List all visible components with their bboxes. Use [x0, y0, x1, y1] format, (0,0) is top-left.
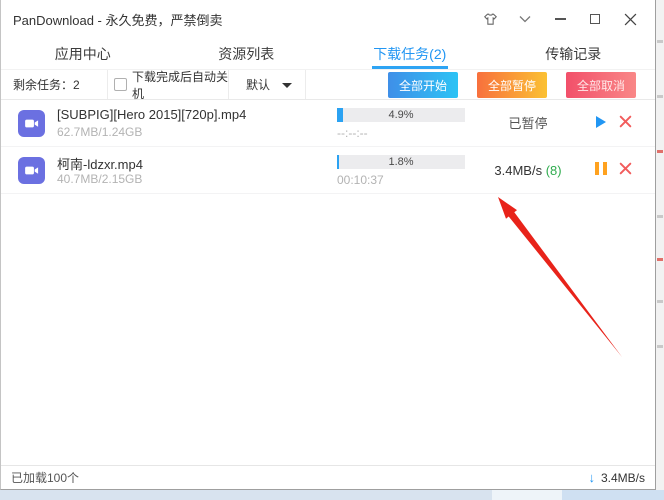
- progress-bar: 4.9%: [337, 108, 465, 122]
- global-speed-value: 3.4MB/s: [600, 470, 645, 485]
- window-controls: [479, 8, 641, 30]
- task-speed: 3.4MB/s (8): [469, 147, 587, 194]
- progress-percent: 1.8%: [388, 156, 414, 168]
- title-bar: PanDownload - 永久免费，严禁倒卖: [1, 0, 655, 38]
- background-speck: [657, 345, 663, 348]
- background-speck: [657, 150, 663, 153]
- desktop-background-bottom: [0, 490, 664, 500]
- background-speck: [657, 215, 663, 218]
- theme-shirt-icon[interactable]: [479, 8, 501, 30]
- tab-download-tasks[interactable]: 下载任务(2): [328, 38, 492, 69]
- progress-percent: 4.9%: [388, 109, 414, 121]
- pause-task-button[interactable]: [595, 162, 607, 175]
- background-speck: [657, 40, 663, 43]
- maximize-button[interactable]: [584, 8, 606, 30]
- chevron-down-icon[interactable]: [514, 8, 536, 30]
- auto-shutdown-option[interactable]: 下载完成后自动关机: [108, 69, 229, 101]
- toolbar: 剩余任务：2 下载完成后自动关机 默认 全部开始 全部暂停 全部取消: [1, 69, 655, 101]
- remaining-time: --:--:--: [337, 126, 368, 140]
- minimize-button[interactable]: [549, 8, 571, 30]
- background-speck: [657, 300, 663, 303]
- file-size: 62.7MB/1.24GB: [57, 125, 143, 139]
- cancel-all-button[interactable]: 全部取消: [566, 72, 636, 98]
- close-button[interactable]: [619, 8, 641, 30]
- speed-value: 3.4MB/s: [494, 163, 543, 178]
- remove-task-button[interactable]: [618, 114, 633, 129]
- progress-bar: 1.8%: [337, 155, 465, 169]
- mode-dropdown[interactable]: 默认: [229, 70, 306, 99]
- download-row[interactable]: 柯南-ldzxr.mp4 40.7MB/2.15GB 1.8% 00:10:37…: [1, 147, 655, 194]
- auto-shutdown-checkbox[interactable]: [114, 78, 127, 91]
- loaded-count: 已加载100个: [11, 471, 80, 485]
- desktop-background-right: [656, 0, 664, 490]
- background-patch: [562, 490, 664, 500]
- thread-count: (8): [545, 163, 562, 178]
- remove-task-button[interactable]: [618, 161, 633, 176]
- app-window: PanDownload - 永久免费，严禁倒卖 应用中心 资源列表 下载任务(2…: [0, 0, 656, 490]
- tab-transfer-history[interactable]: 传输记录: [492, 38, 656, 69]
- background-speck: [657, 258, 663, 261]
- file-name: [SUBPIG][Hero 2015][720p].mp4: [57, 107, 247, 122]
- task-status: 已暂停: [508, 116, 548, 131]
- file-name: 柯南-ldzxr.mp4: [57, 157, 143, 172]
- download-arrow-icon: ↓: [588, 470, 595, 485]
- background-speck: [657, 95, 663, 98]
- video-file-icon: [18, 110, 45, 137]
- tab-bar: 应用中心 资源列表 下载任务(2) 传输记录: [1, 38, 655, 70]
- window-title: PanDownload - 永久免费，严禁倒卖: [13, 12, 223, 28]
- start-all-button[interactable]: 全部开始: [388, 72, 458, 98]
- remaining-tasks-label: 剩余任务：2: [1, 70, 108, 99]
- download-row[interactable]: [SUBPIG][Hero 2015][720p].mp4 62.7MB/1.2…: [1, 100, 655, 147]
- mode-dropdown-value: 默认: [246, 78, 271, 92]
- video-file-icon: [18, 157, 45, 184]
- pause-all-button[interactable]: 全部暂停: [477, 72, 547, 98]
- tab-app-center[interactable]: 应用中心: [1, 38, 165, 69]
- status-bar: 已加载100个 ↓ 3.4MB/s: [1, 465, 655, 489]
- resume-task-button[interactable]: [596, 116, 606, 128]
- remaining-time: 00:10:37: [337, 173, 384, 187]
- auto-shutdown-label: 下载完成后自动关机: [132, 69, 229, 101]
- file-size: 40.7MB/2.15GB: [57, 172, 143, 186]
- background-patch: [492, 490, 562, 500]
- caret-down-icon: [282, 83, 292, 88]
- tab-resource-list[interactable]: 资源列表: [165, 38, 329, 69]
- global-speed: ↓ 3.4MB/s: [588, 470, 645, 485]
- download-list: [SUBPIG][Hero 2015][720p].mp4 62.7MB/1.2…: [1, 100, 655, 194]
